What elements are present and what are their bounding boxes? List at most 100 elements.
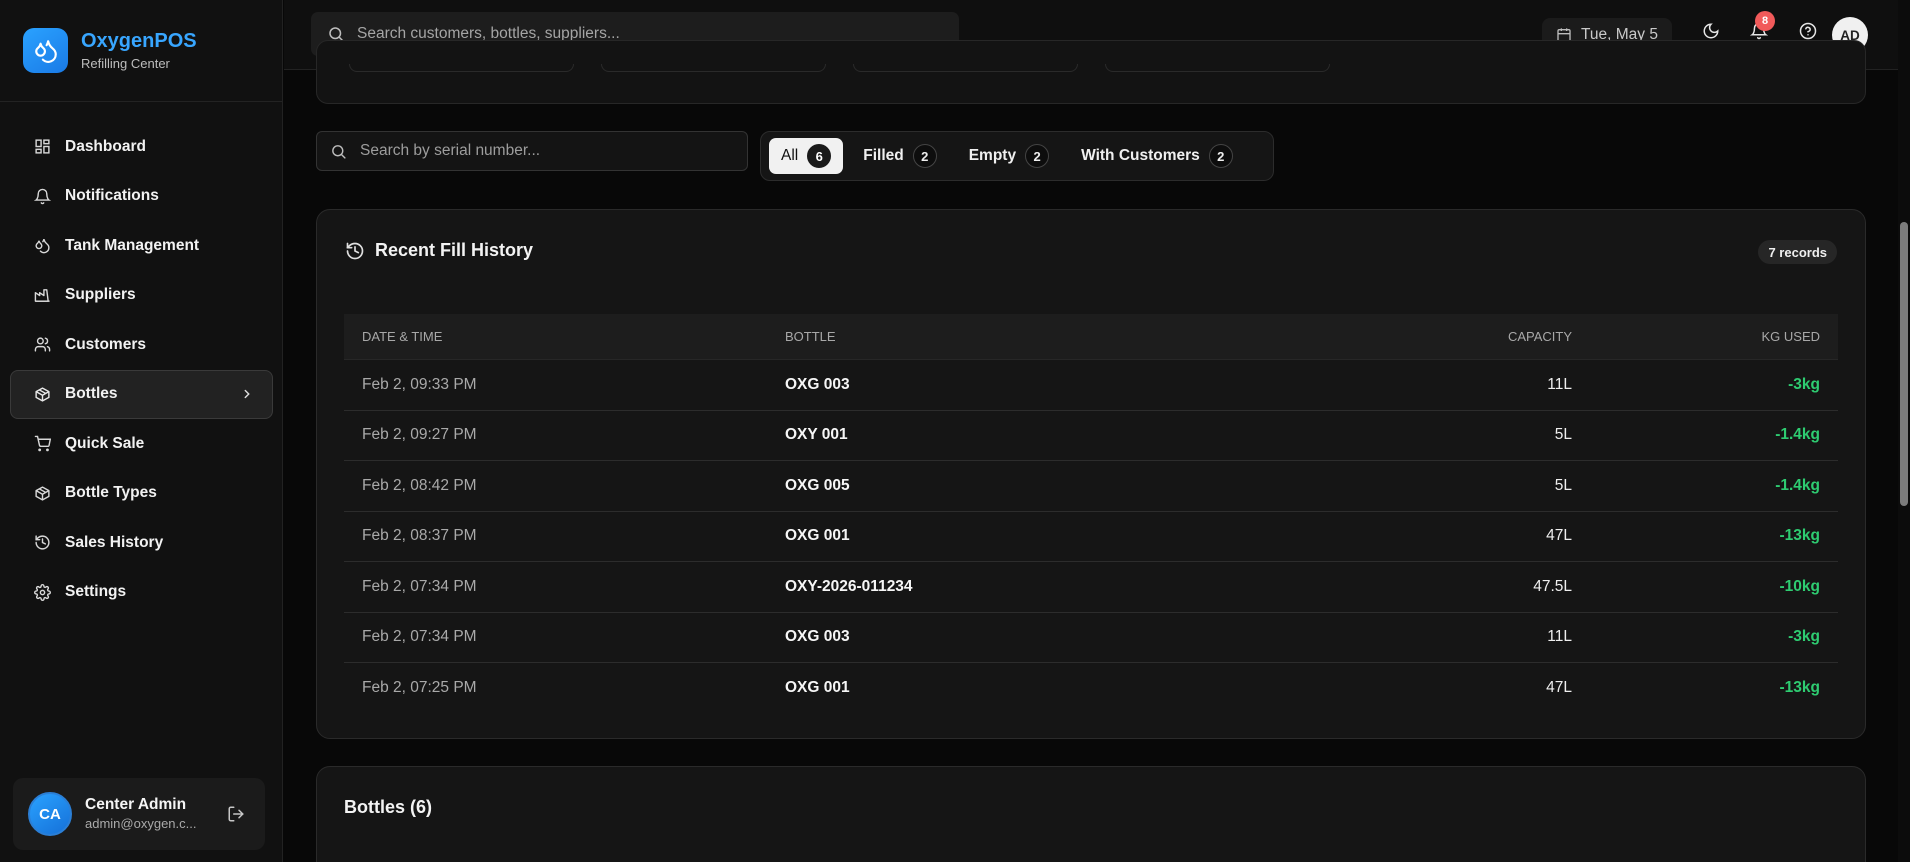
brand-name: OxygenPOS <box>81 29 197 52</box>
column-header-kg-used[interactable]: KG USED <box>1572 329 1838 344</box>
filter-tab-with-customers[interactable]: With Customers 2 <box>1069 138 1245 174</box>
bell-icon <box>33 187 51 205</box>
sidebar: OxygenPOS Refilling Center Dashboard Not… <box>0 0 283 862</box>
bottles-card: Bottles (6) <box>316 766 1866 862</box>
cart-icon <box>33 435 51 453</box>
package-icon <box>33 484 51 502</box>
logout-icon[interactable] <box>227 805 245 823</box>
cell-date: Feb 2, 08:42 PM <box>362 476 477 494</box>
serial-search-placeholder: Search by serial number... <box>360 142 541 159</box>
package-icon <box>33 385 51 403</box>
gear-icon <box>33 583 51 601</box>
sidebar-item-label: Sales History <box>65 533 164 551</box>
cell-bottle: OXG 005 <box>785 476 850 494</box>
section-title: Bottles (6) <box>344 797 433 817</box>
cell-capacity: 47L <box>1546 527 1572 545</box>
filter-count: 2 <box>1025 144 1050 168</box>
user-card[interactable]: CA Center Admin admin@oxygen.c... <box>13 778 265 850</box>
scrollbar-thumb[interactable] <box>1900 222 1908 506</box>
cell-kg-used: -13kg <box>1779 527 1821 545</box>
bottle-filter-tabs: All 6 Filled 2 Empty 2 With Customers 2 <box>760 131 1274 181</box>
cell-date: Feb 2, 07:25 PM <box>362 679 477 697</box>
avatar: CA <box>28 792 72 836</box>
brand-subtitle: Refilling Center <box>81 55 170 71</box>
table-row[interactable]: Feb 2, 09:33 PM OXG 003 11L -3kg <box>344 360 1838 411</box>
table-row[interactable]: Feb 2, 09:27 PM OXY 001 5L -1.4kg <box>344 411 1838 461</box>
table-row[interactable]: Feb 2, 07:34 PM OXG 003 11L -3kg <box>344 613 1838 663</box>
filter-label: All <box>781 147 799 164</box>
table-row[interactable]: Feb 2, 07:25 PM OXG 001 47L -13kg <box>344 663 1838 714</box>
stats-card <box>316 40 1866 104</box>
sidebar-item-label: Dashboard <box>65 137 146 155</box>
sidebar-item-customers[interactable]: Customers <box>10 320 273 370</box>
sidebar-item-sales-history[interactable]: Sales History <box>10 518 273 568</box>
cell-capacity: 5L <box>1554 476 1572 494</box>
filter-count: 6 <box>807 144 832 168</box>
chevron-right-icon <box>240 387 254 401</box>
section-title: Recent Fill History <box>375 240 534 260</box>
records-count-badge: 7 records <box>1758 240 1837 264</box>
droplets-logo-icon <box>23 28 68 73</box>
brand[interactable]: OxygenPOS Refilling Center <box>0 0 282 102</box>
sidebar-item-label: Bottle Types <box>65 484 157 502</box>
cell-capacity: 11L <box>1547 375 1572 393</box>
sidebar-item-suppliers[interactable]: Suppliers <box>10 271 273 321</box>
history-icon <box>33 534 51 552</box>
filter-count: 2 <box>912 144 937 168</box>
sidebar-item-bottle-types[interactable]: Bottle Types <box>10 469 273 519</box>
sidebar-item-label: Suppliers <box>65 286 136 304</box>
sidebar-item-bottles[interactable]: Bottles <box>10 369 273 419</box>
table-row[interactable]: Feb 2, 08:37 PM OXG 001 47L -13kg <box>344 512 1838 562</box>
fill-history-card: Recent Fill History 7 records DATE & TIM… <box>316 209 1866 739</box>
column-header-date[interactable]: DATE & TIME <box>344 329 785 344</box>
serial-search-input[interactable]: Search by serial number... <box>316 131 748 171</box>
moon-icon[interactable] <box>1702 22 1720 40</box>
cell-kg-used: -3kg <box>1788 628 1820 646</box>
cell-bottle: OXG 003 <box>785 628 850 646</box>
user-email: admin@oxygen.c... <box>85 816 197 831</box>
cell-capacity: 11L <box>1547 628 1572 646</box>
cell-capacity: 47L <box>1546 679 1572 697</box>
cell-kg-used: -3kg <box>1788 375 1820 393</box>
column-header-capacity[interactable]: CAPACITY <box>1285 329 1572 344</box>
notification-badge: 8 <box>1755 11 1775 31</box>
cell-bottle: OXY-2026-011234 <box>785 577 913 595</box>
cell-kg-used: -1.4kg <box>1775 476 1820 494</box>
filter-tab-empty[interactable]: Empty 2 <box>957 138 1061 174</box>
cell-capacity: 47.5L <box>1533 577 1572 595</box>
sidebar-item-notifications[interactable]: Notifications <box>10 172 273 222</box>
filter-tab-filled[interactable]: Filled 2 <box>851 138 948 174</box>
sidebar-item-label: Customers <box>65 335 146 353</box>
cell-bottle: OXG 001 <box>785 679 850 697</box>
table-row[interactable]: Feb 2, 07:34 PM OXY-2026-011234 47.5L -1… <box>344 562 1838 613</box>
sidebar-nav: Dashboard Notifications Tank Management … <box>0 122 283 617</box>
fill-history-table: DATE & TIME BOTTLE CAPACITY KG USED Feb … <box>344 314 1838 714</box>
filter-count: 2 <box>1208 144 1233 168</box>
users-icon <box>33 336 51 354</box>
sidebar-item-label: Settings <box>65 583 127 601</box>
cell-kg-used: -1.4kg <box>1775 426 1820 444</box>
sidebar-item-dashboard[interactable]: Dashboard <box>10 122 273 172</box>
cell-bottle: OXG 001 <box>785 527 850 545</box>
table-row[interactable]: Feb 2, 08:42 PM OXG 005 5L -1.4kg <box>344 461 1838 512</box>
filter-label: With Customers <box>1081 147 1200 164</box>
column-header-bottle[interactable]: BOTTLE <box>785 329 1285 344</box>
help-icon[interactable] <box>1799 22 1817 40</box>
cell-bottle: OXG 003 <box>785 375 850 393</box>
filter-tab-all[interactable]: All 6 <box>769 138 844 174</box>
search-icon <box>330 143 347 160</box>
factory-icon <box>33 286 51 304</box>
cell-date: Feb 2, 08:37 PM <box>362 527 477 545</box>
scrollbar[interactable] <box>1898 0 1910 862</box>
filter-label: Empty <box>968 147 1017 164</box>
sidebar-item-quick-sale[interactable]: Quick Sale <box>10 419 273 469</box>
sidebar-item-label: Quick Sale <box>65 434 145 452</box>
droplets-icon <box>33 237 51 255</box>
user-name: Center Admin <box>85 796 187 813</box>
sidebar-item-label: Bottles <box>65 385 118 403</box>
sidebar-item-settings[interactable]: Settings <box>10 568 273 618</box>
cell-date: Feb 2, 07:34 PM <box>362 577 477 595</box>
cell-bottle: OXY 001 <box>785 426 848 444</box>
sidebar-item-tank-management[interactable]: Tank Management <box>10 221 273 271</box>
cell-date: Feb 2, 07:34 PM <box>362 628 477 646</box>
